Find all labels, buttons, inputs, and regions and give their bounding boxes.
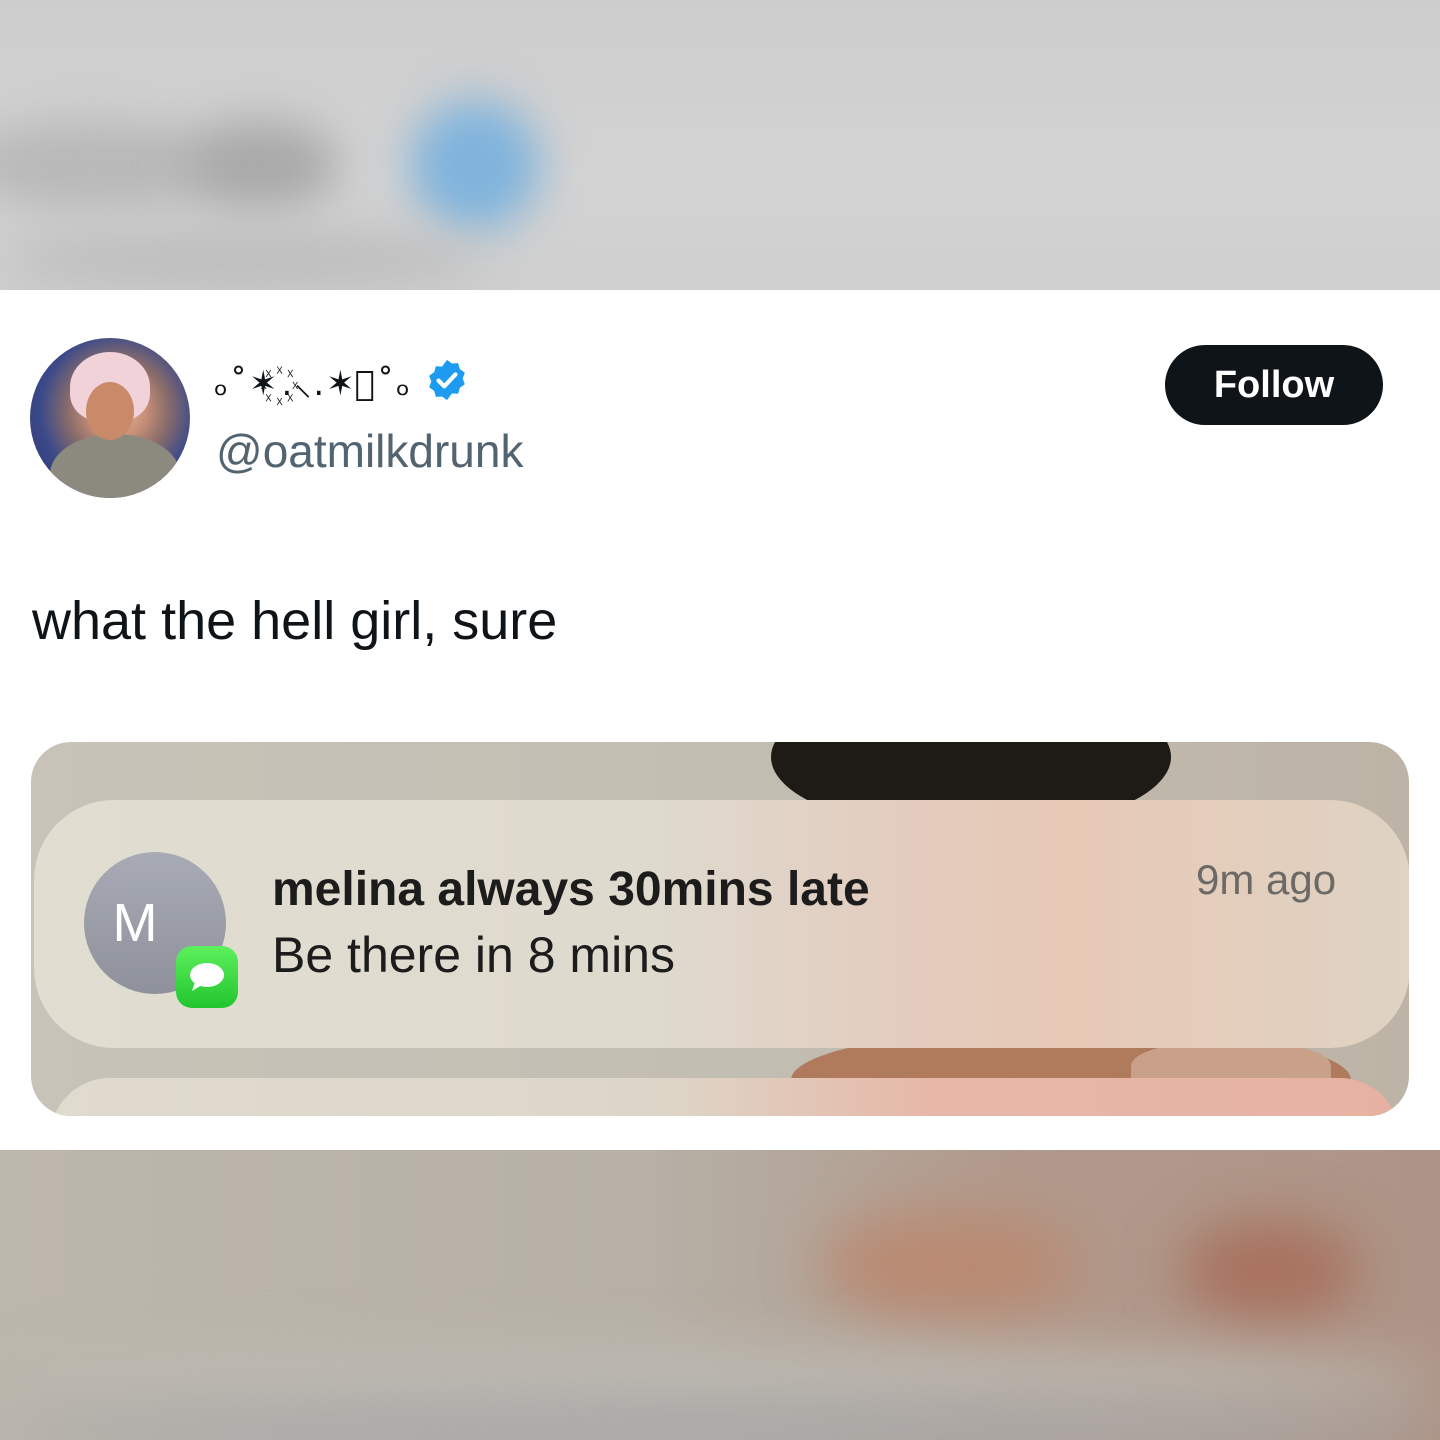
tweet-media-image[interactable] xyxy=(31,742,1409,1116)
display-name[interactable]: ₒ˚✶꙰.⸜.✶꙰˚ₒ xyxy=(214,359,412,405)
display-name-row: ₒ˚✶꙰.⸜.✶꙰˚ₒ xyxy=(214,352,470,412)
notification-message: Be there in 8 mins xyxy=(272,927,675,983)
notification-banner[interactable] xyxy=(34,800,1409,1048)
verified-badge-icon xyxy=(424,357,470,408)
second-notification-banner[interactable] xyxy=(50,1078,1400,1116)
blurred-background-top xyxy=(0,0,1440,290)
notification-sender: melina always 30mins late xyxy=(272,863,870,916)
blurred-background-bottom xyxy=(0,1150,1440,1440)
follow-button[interactable]: Follow xyxy=(1165,345,1383,425)
profile-avatar[interactable] xyxy=(30,338,190,498)
contact-initial: M xyxy=(112,893,158,953)
tweet-text: what the hell girl, sure xyxy=(32,591,558,651)
messages-app-icon xyxy=(176,946,238,1008)
user-handle[interactable]: @oatmilkdrunk xyxy=(216,424,523,478)
notification-time: 9m ago xyxy=(1196,856,1337,903)
